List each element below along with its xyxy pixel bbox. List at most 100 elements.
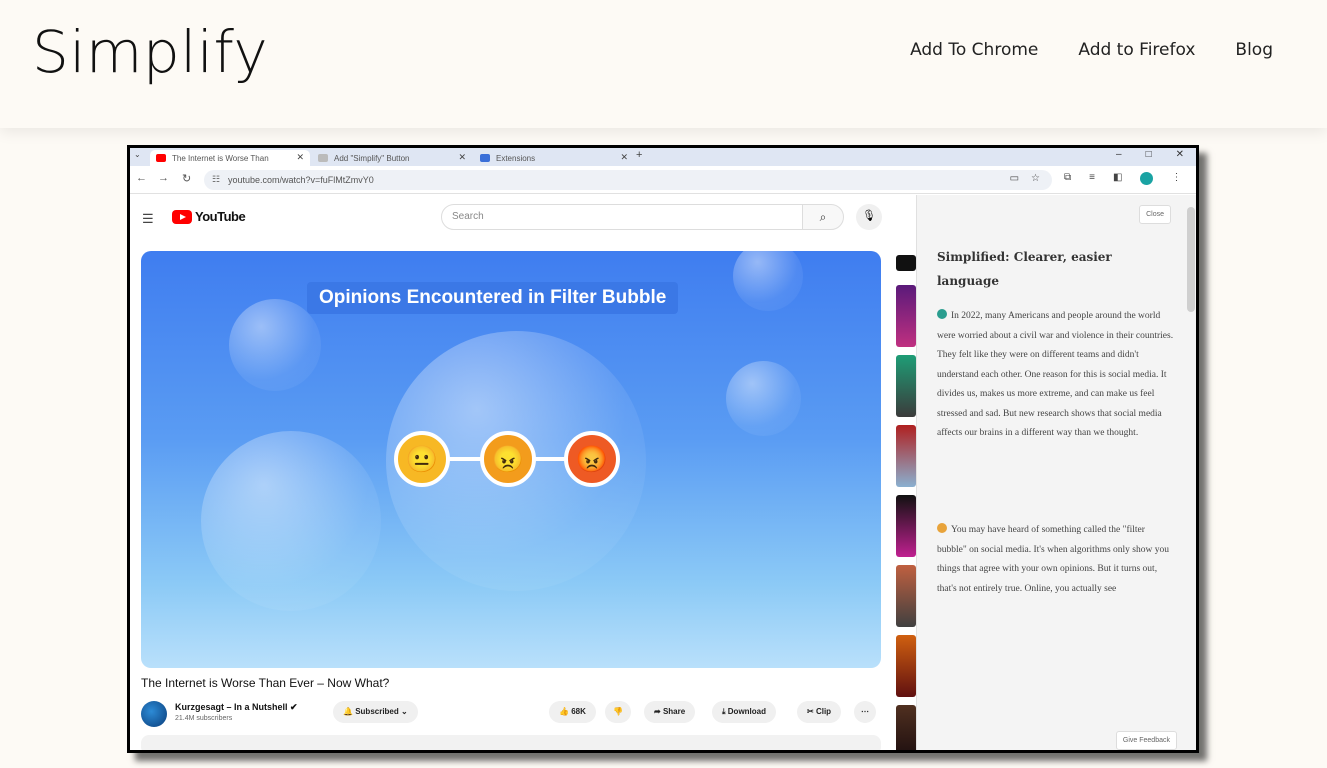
cast-icon[interactable]: ▭ [1010,173,1019,184]
page-favicon-icon [318,154,328,162]
like-count: 68K [571,707,586,716]
address-bar[interactable]: ☷ youtube.com/watch?v=fuFlMtZmvY0 ▭ ☆ [204,170,1052,190]
thumbs-up-icon: 👍 [559,707,569,716]
dislike-button[interactable]: 👎 [605,701,631,723]
video-description[interactable] [141,735,881,750]
bubble-decoration [733,251,803,311]
browser-tabbar: ⌄ The Internet is Worse Than ✕ Add "Simp… [130,148,1196,166]
bookmark-star-icon[interactable]: ☆ [1031,173,1040,184]
share-button[interactable]: ➦ Share [644,701,696,723]
youtube-page: ☰ YouTube Search ⌕ 🎙 Opinions Encountere… [130,195,916,750]
nav-blog[interactable]: Blog [1235,40,1273,60]
emotion-chain: 😐 😠 😡 [394,431,622,491]
tab-title: Add "Simplify" Button [334,154,410,163]
tab-youtube[interactable]: The Internet is Worse Than ✕ [150,150,310,166]
bubble-decoration [201,431,381,611]
subscriber-count: 21.4M subscribers [175,715,233,722]
like-button[interactable]: 👍 68K [549,701,596,723]
site-info-icon[interactable]: ☷ [212,174,220,185]
hamburger-menu-icon[interactable]: ☰ [142,211,154,227]
download-button[interactable]: ⤓ Download [712,701,776,723]
address-bar-actions: ▭ ☆ [1010,173,1040,184]
more-horizontal-icon: ⋯ [861,707,869,716]
panel-scrollbar[interactable] [1187,207,1195,312]
channel-name[interactable]: Kurzgesagt – In a Nutshell ✔ [175,702,298,713]
verified-icon: ✔ [290,702,298,712]
recommended-thumbnail[interactable] [896,635,916,697]
youtube-logo-text: YouTube [195,209,246,224]
url-text: youtube.com/watch?v=fuFlMtZmvY0 [228,175,374,185]
video-player[interactable]: Opinions Encountered in Filter Bubble 😐 … [141,251,881,668]
maximize-icon[interactable]: □ [1146,149,1152,160]
recommended-thumbnail[interactable] [896,285,916,347]
thumbs-down-icon: 👎 [613,707,623,716]
sidepanel-icon[interactable]: ◧ [1113,172,1122,185]
voice-search-button[interactable]: 🎙 [856,204,882,230]
give-feedback-button[interactable]: Give Feedback [1115,731,1177,750]
puzzle-icon [480,154,490,162]
tab-add-simplify[interactable]: Add "Simplify" Button ✕ [312,150,472,166]
panel-title: Simplified: Clearer, easier language [937,250,1112,288]
demo-screenshot: ⌄ The Internet is Worse Than ✕ Add "Simp… [127,145,1199,753]
recommended-thumbnail[interactable] [896,495,916,557]
extensions-icon[interactable]: ⧉ [1064,172,1071,185]
subscribed-button[interactable]: 🔔 Subscribed ⌄ [333,701,418,723]
angry-face-icon: 😠 [480,431,536,487]
share-icon: ➦ [654,707,661,716]
new-tab-icon[interactable]: + [636,149,642,161]
more-actions-button[interactable]: ⋯ [854,701,876,723]
media-icon[interactable]: ≡ [1089,172,1095,185]
site-header: Simplify Add To Chrome Add to Firefox Bl… [0,0,1327,128]
close-button[interactable]: Close [1139,205,1171,224]
simplified-paragraph: You may have heard of something called t… [937,521,1175,599]
profile-avatar[interactable] [1140,172,1154,185]
search-icon: ⌕ [819,210,827,224]
recommended-thumbnail[interactable] [896,705,916,750]
tab-menu-icon[interactable]: ⌄ [134,150,141,159]
tab-extensions[interactable]: Extensions ✕ [474,150,634,166]
nav-add-to-firefox[interactable]: Add to Firefox [1078,40,1195,60]
toolbar-icons: ⧉ ≡ ◧ ⋮ [1064,172,1181,185]
search-button[interactable]: ⌕ [802,204,844,230]
paragraph-text: In 2022, many Americans and people aroun… [937,311,1174,438]
bell-icon: 🔔 [343,707,353,716]
forward-icon[interactable]: → [158,172,169,184]
rage-face-icon: 😡 [564,431,620,487]
subscribed-label: Subscribed [355,707,399,716]
chevron-down-icon: ⌄ [401,707,408,716]
recommended-thumbnail[interactable] [896,355,916,417]
video-title: The Internet is Worse Than Ever – Now Wh… [141,676,390,690]
neutral-face-icon: 😐 [394,431,450,487]
brand-logo[interactable]: Simplify [32,18,268,86]
close-tab-icon[interactable]: ✕ [458,152,466,163]
close-window-icon[interactable]: ✕ [1176,149,1184,160]
recommended-thumbnail[interactable] [896,565,916,627]
tab-title: The Internet is Worse Than [172,154,269,163]
youtube-favicon-icon [156,154,166,162]
window-controls: – □ ✕ [1116,149,1184,160]
reload-icon[interactable]: ↻ [182,172,191,185]
nav-add-to-chrome[interactable]: Add To Chrome [910,40,1038,60]
channel-avatar[interactable] [141,701,167,727]
search-input[interactable]: Search [441,204,803,230]
back-icon[interactable]: ← [136,172,147,184]
video-overlay-title: Opinions Encountered in Filter Bubble [307,282,679,314]
youtube-logo[interactable]: YouTube [172,209,246,224]
minimize-icon[interactable]: – [1116,149,1122,160]
clip-label: Clip [815,707,832,716]
bubble-decoration [726,361,801,436]
recommendations-rail [896,255,916,750]
close-tab-icon[interactable]: ✕ [296,152,304,163]
download-icon: ⤓ [722,707,726,716]
close-tab-icon[interactable]: ✕ [620,152,628,163]
more-menu-icon[interactable]: ⋮ [1171,172,1181,185]
scissors-icon: ✂ [807,707,814,716]
clip-button[interactable]: ✂ Clip [797,701,842,723]
tab-title: Extensions [496,154,536,163]
microphone-icon: 🎙 [862,210,876,222]
recommended-thumbnail[interactable] [896,425,916,487]
channel-name-text: Kurzgesagt – In a Nutshell [175,702,288,712]
main-nav: Add To Chrome Add to Firefox Blog [910,40,1273,60]
filter-chip[interactable] [896,255,916,271]
youtube-play-icon [172,209,192,224]
